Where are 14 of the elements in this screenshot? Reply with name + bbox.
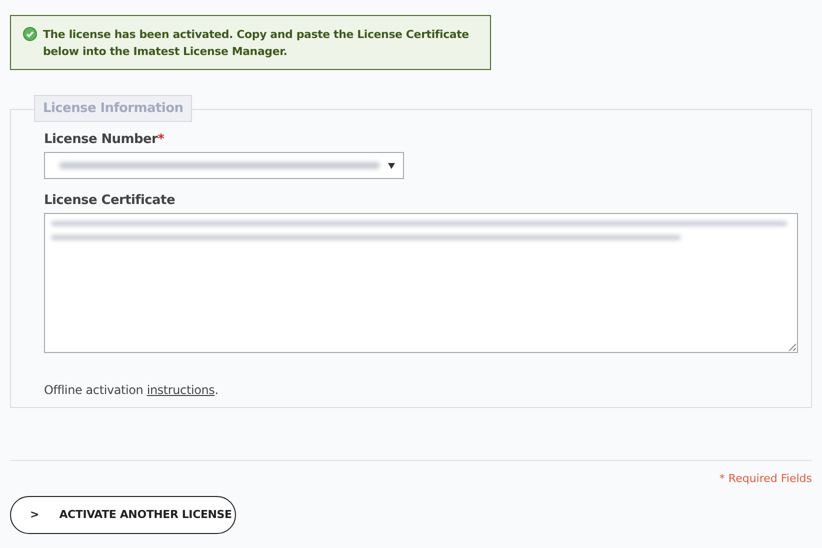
activate-license-button[interactable]: > ACTIVATE ANOTHER LICENSE	[10, 496, 236, 534]
field-label: License Certificate	[44, 192, 176, 210]
required-fields-note: * Required Fields	[719, 471, 812, 486]
resize-handle-icon[interactable]	[788, 343, 796, 351]
legend-label: License Information	[34, 95, 192, 122]
license-select[interactable]	[44, 152, 404, 179]
activation-note: Offline activation instructions.	[44, 382, 220, 399]
certificate-textarea[interactable]	[44, 213, 798, 353]
dropdown-arrow-icon	[388, 162, 395, 168]
chevron-icon: >	[30, 506, 40, 524]
field-label: License Number*	[44, 131, 166, 149]
check-circle-icon	[23, 27, 37, 41]
instructions-link[interactable]: instructions	[146, 383, 215, 397]
alert-message: The license has been activated. Copy and paste the License Certificate below into the Imatest License Manager.	[43, 27, 470, 60]
